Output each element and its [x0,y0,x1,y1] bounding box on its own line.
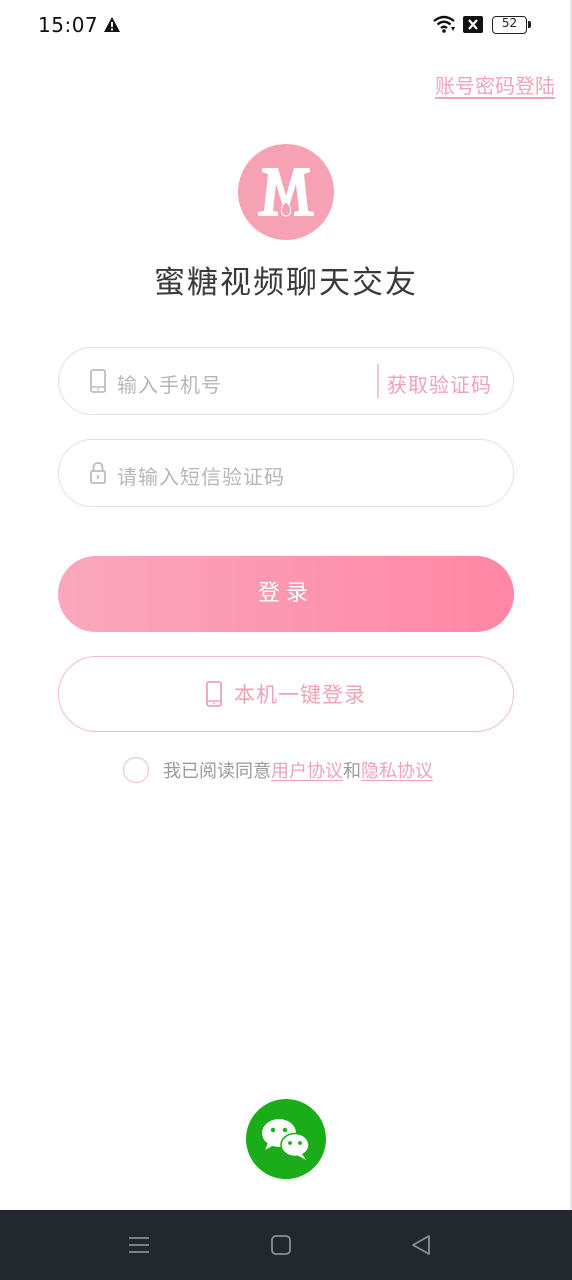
get-code-button[interactable]: 获取验证码 [387,369,492,398]
phone-icon [90,369,106,393]
system-nav-bar [0,1210,572,1280]
battery-icon: 52 [492,16,531,34]
home-icon[interactable] [270,1234,292,1256]
logo-m-icon [258,168,314,217]
sms-code-field[interactable]: 请输入短信验证码 [58,439,514,507]
warning-icon [104,17,120,32]
no-sim-icon [463,16,483,33]
password-login-link[interactable]: 账号密码登陆 [435,70,555,99]
phone-icon [206,681,222,707]
login-screen: 15:07 52 账号密码登陆 蜜糖视频聊天交友 输入手机号 获取验证码 请输入… [0,0,572,1280]
user-agreement-link[interactable]: 用户协议 [271,757,343,783]
one-key-login-button[interactable]: 本机一键登录 [58,656,514,732]
app-logo [238,144,334,240]
agreement-checkbox[interactable] [123,757,149,783]
phone-number-field[interactable]: 输入手机号 获取验证码 [58,347,514,415]
sms-code-input[interactable]: 请输入短信验证码 [117,461,285,490]
status-bar: 15:07 52 [0,0,572,52]
wechat-icon [262,1119,310,1160]
back-icon[interactable] [410,1234,432,1256]
status-time: 15:07 [38,13,99,37]
wifi-icon [433,15,455,33]
field-divider [377,364,379,398]
phone-number-input[interactable]: 输入手机号 [117,369,222,398]
app-title: 蜜糖视频聊天交友 [154,265,418,301]
agreement-prefix: 我已阅读同意 [163,761,271,782]
privacy-agreement-link[interactable]: 隐私协议 [361,757,433,783]
menu-icon[interactable] [128,1234,150,1256]
lock-icon [90,462,106,484]
battery-level: 52 [501,16,518,30]
agreement-row: 我已阅读同意 用户协议 和 隐私协议 [123,756,433,784]
login-button[interactable]: 登录 [58,556,514,632]
one-key-login-label: 本机一键登录 [234,683,366,707]
agreement-and: 和 [343,761,361,782]
wechat-login-button[interactable] [246,1099,326,1179]
